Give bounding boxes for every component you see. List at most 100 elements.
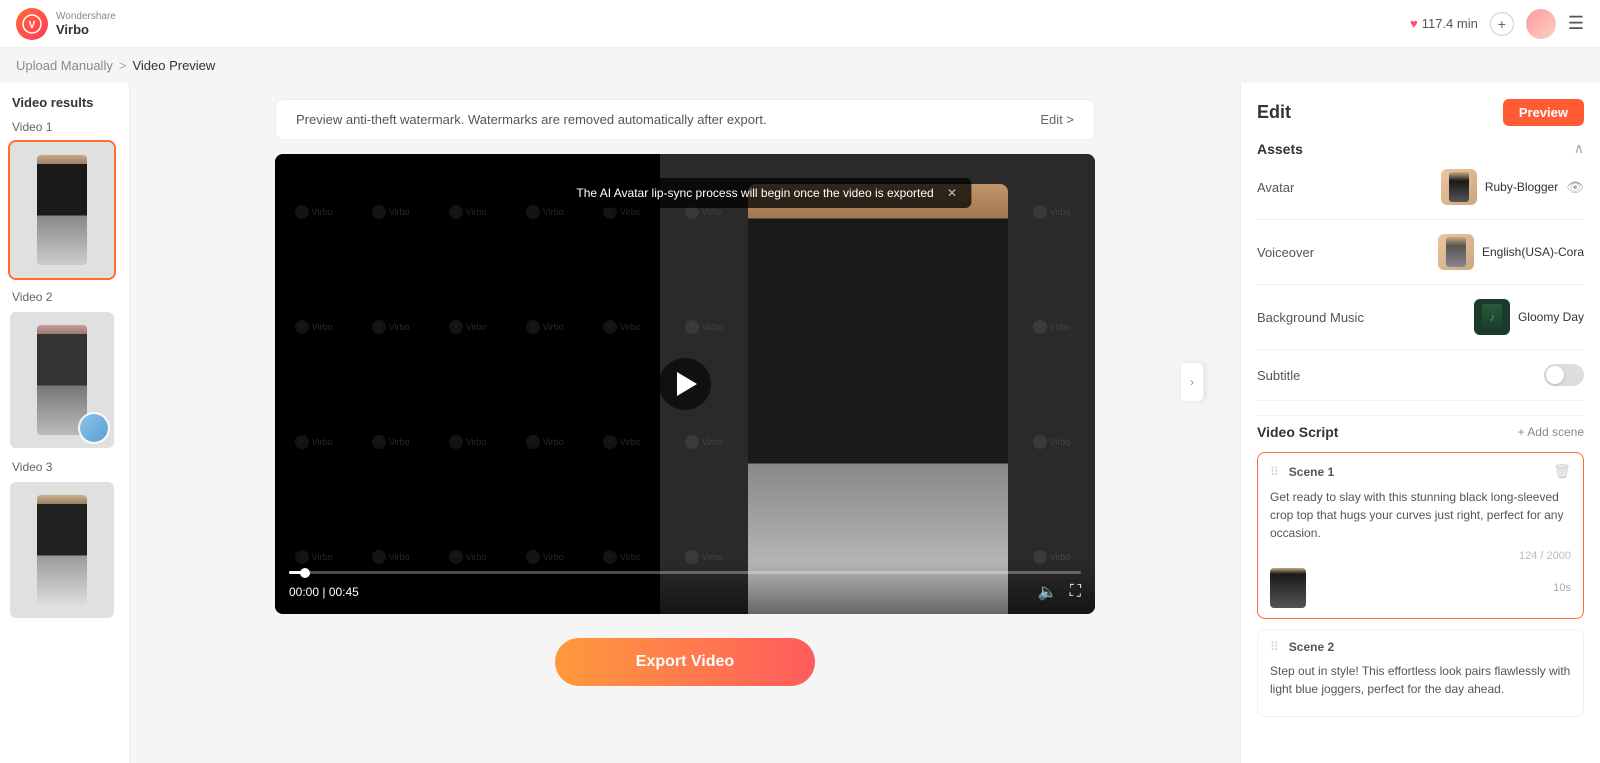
add-credits-button[interactable]: + [1490,12,1514,36]
toggle-knob [1546,366,1564,384]
app-logo-icon: V [16,8,48,40]
script-title: Video Script [1257,424,1338,440]
video-2-label: Video 2 [8,290,121,304]
main-layout: Video results Video 1 Video 2 Video 3 [0,83,1600,763]
voiceover-value: English(USA)-Cora [1438,234,1584,270]
assets-collapse-icon[interactable]: ∧ [1574,140,1584,157]
volume-icon[interactable]: 🔈 [1038,582,1058,602]
time-display: 00:00 | 00:45 [289,585,359,599]
subtitle-row: Subtitle [1257,364,1584,401]
svg-text:V: V [29,20,36,31]
edit-link[interactable]: Edit > [1040,112,1074,127]
music-value: ♪ Gloomy Day [1474,299,1584,335]
voiceover-row: Voiceover English(USA)-Cora [1257,234,1584,285]
app-name-group: Wondershare Virbo [56,11,116,37]
scene-1-header: ⠿ Scene 1 🗑 [1270,463,1571,480]
scene-card-2: ⠿ Scene 2 Step out in style! This effort… [1257,629,1584,717]
watermark-notice: Preview anti-theft watermark. Watermarks… [275,99,1095,140]
avatar-visibility-icon[interactable]: 👁 [1566,179,1584,196]
play-button[interactable] [659,358,711,410]
video-right-panel: ○Virbo ○Virbo ○Virbo ○Virbo ○Virbo ○Virb… [660,154,1095,614]
right-panel-header: Edit Preview [1257,99,1584,126]
script-header: Video Script + Add scene [1257,424,1584,440]
scene-1-duration: 10s [1553,582,1571,594]
avatar-overlay-2 [78,412,110,444]
sidebar-title: Video results [8,95,121,110]
scene-1-text: Get ready to slay with this stunning bla… [1270,488,1571,542]
subtitle-label: Subtitle [1257,368,1357,383]
controls-row: 00:00 | 00:45 🔈 ⛶ [289,582,1081,602]
scene-1-footer: 10s [1270,568,1571,608]
music-row: Background Music ♪ Gloomy Day [1257,299,1584,350]
chevron-right-icon: › [1190,375,1194,389]
avatar-thumbnail [1441,169,1477,205]
scene-2-name: Scene 2 [1289,640,1334,654]
video-figure [748,184,1008,614]
app-title: Virbo [56,22,116,37]
breadcrumb-separator: > [119,58,127,73]
scene-1-title-group: ⠿ Scene 1 [1270,465,1334,479]
divider [1257,415,1584,416]
scene-2-header: ⠿ Scene 2 [1270,640,1571,654]
breadcrumb-upload[interactable]: Upload Manually [16,58,113,73]
scene-card-1: ⠿ Scene 1 🗑 Get ready to slay with this … [1257,452,1584,619]
drag-handle-icon-2[interactable]: ⠿ [1270,640,1279,654]
play-icon [677,372,697,396]
heart-icon: ♥ [1410,16,1418,31]
assets-section-header: Assets ∧ [1257,140,1584,157]
avatar-value: Ruby-Blogger 👁 [1441,169,1584,205]
topbar-left: V Wondershare Virbo [16,8,116,40]
credits-display: ♥ 117.4 min [1410,16,1478,31]
add-scene-button[interactable]: + Add scene [1518,425,1584,439]
center-content: Preview anti-theft watermark. Watermarks… [130,83,1240,763]
assets-title: Assets [1257,141,1303,157]
avatar-label: Avatar [1257,180,1357,195]
topbar-right: ♥ 117.4 min + ☰ [1410,9,1584,39]
left-sidebar: Video results Video 1 Video 2 Video 3 [0,83,130,763]
music-name: Gloomy Day [1518,310,1584,324]
video-1-label: Video 1 [8,120,121,134]
breadcrumb: Upload Manually > Video Preview [0,48,1600,83]
user-avatar[interactable] [1526,9,1556,39]
voiceover-label: Voiceover [1257,245,1357,260]
subtitle-value [1544,364,1584,386]
scene-1-name: Scene 1 [1289,465,1334,479]
tooltip-close-button[interactable]: ✕ [947,186,957,200]
video-controls: 00:00 | 00:45 🔈 ⛶ [275,563,1095,614]
voiceover-name: English(USA)-Cora [1482,245,1584,259]
ai-tooltip: The AI Avatar lip-sync process will begi… [562,178,971,208]
topbar: V Wondershare Virbo ♥ 117.4 min + ☰ [0,0,1600,48]
time-current: 00:00 [289,585,319,599]
scene-1-char-count: 124 / 2000 [1270,550,1571,562]
scene-1-delete-icon[interactable]: 🗑 [1553,463,1571,480]
breadcrumb-current: Video Preview [132,58,215,73]
control-icons: 🔈 ⛶ [1038,582,1081,602]
voiceover-thumbnail [1438,234,1474,270]
small-avatar-2 [80,414,108,442]
video-thumbnail-2[interactable] [8,310,116,450]
progress-bar[interactable] [289,571,1081,574]
scene-2-text: Step out in style! This effortless look … [1270,662,1571,698]
video-thumbnail-3[interactable] [8,480,116,620]
video-player: ○Virbo ○Virbo ○Virbo ○Virbo ○Virbo ○Virb… [275,154,1095,614]
time-total: 00:45 [329,585,359,599]
video-thumbnail-1[interactable] [8,140,116,280]
progress-dot [300,568,310,578]
preview-button[interactable]: Preview [1503,99,1584,126]
right-panel: Edit Preview Assets ∧ Avatar Ruby-Blogge… [1240,83,1600,763]
panel-collapse-arrow[interactable]: › [1180,362,1204,402]
avatar-row: Avatar Ruby-Blogger 👁 [1257,169,1584,220]
fullscreen-icon[interactable]: ⛶ [1070,583,1081,601]
watermark-grid-left: ○Virbo ○Virbo ○Virbo ○Virbo ○Virbo ○Virb… [275,154,660,614]
drag-handle-icon[interactable]: ⠿ [1270,465,1279,479]
app-brand: Wondershare [56,11,116,22]
avatar-name: Ruby-Blogger [1485,180,1558,194]
tooltip-text: The AI Avatar lip-sync process will begi… [576,186,933,200]
export-video-button[interactable]: Export Video [555,638,815,686]
scene-2-title-group: ⠿ Scene 2 [1270,640,1334,654]
subtitle-toggle[interactable] [1544,364,1584,386]
music-label: Background Music [1257,310,1364,325]
edit-panel-title: Edit [1257,102,1291,123]
menu-button[interactable]: ☰ [1568,13,1584,34]
scene-1-thumbnail [1270,568,1306,608]
